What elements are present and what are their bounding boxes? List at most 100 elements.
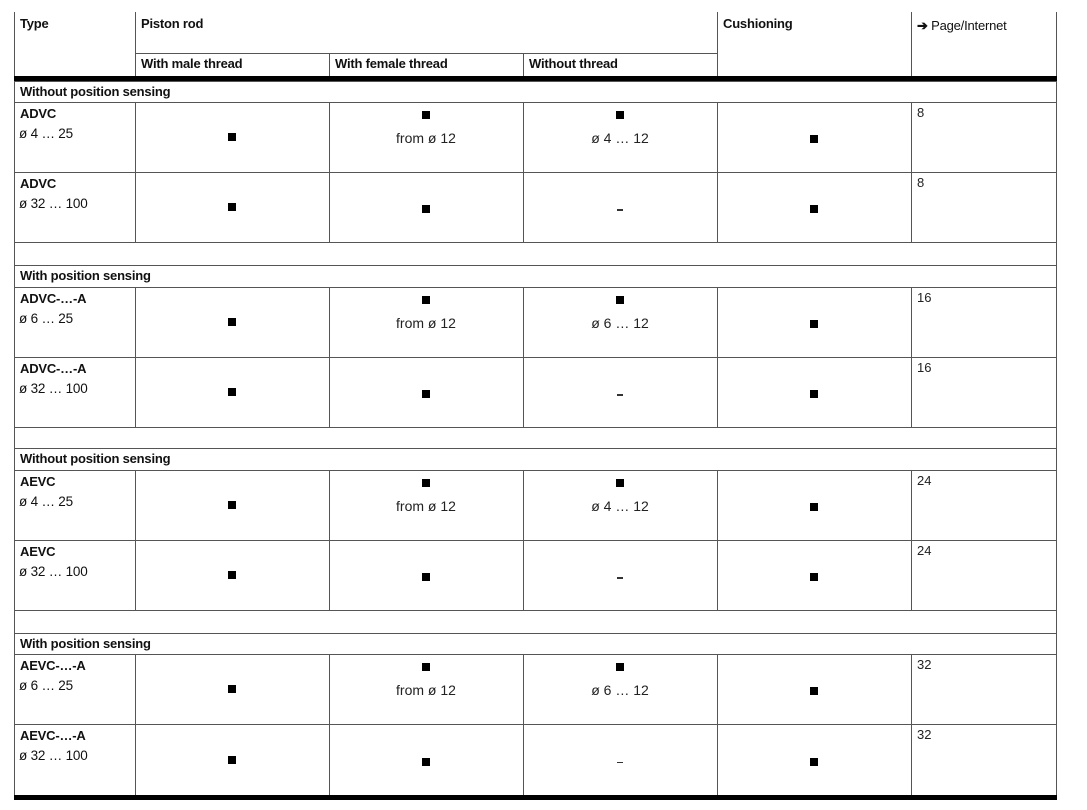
section-title-top — [14, 633, 1057, 634]
cushioning-available-marker — [810, 503, 818, 511]
column-divider — [329, 287, 330, 357]
without-thread-note: ø 6 … 12 — [591, 315, 649, 331]
type-name: AEVC-…-A — [20, 728, 86, 743]
column-divider — [911, 724, 912, 795]
male-thread-available-marker — [228, 571, 236, 579]
female-thread-available-marker — [422, 479, 430, 487]
page-reference[interactable]: 24 — [917, 473, 931, 488]
column-divider — [717, 287, 718, 357]
cushioning-available-marker — [810, 320, 818, 328]
without-thread-not-available-marker — [617, 209, 623, 211]
bore-range: ø 6 … 25 — [19, 678, 73, 693]
column-divider — [329, 724, 330, 795]
column-divider — [135, 102, 136, 172]
bore-range: ø 32 … 100 — [19, 564, 88, 579]
female-thread-available-marker — [422, 111, 430, 119]
column-divider — [911, 357, 912, 427]
header-male-thread: With male thread — [141, 56, 243, 71]
without-thread-not-available-marker — [617, 761, 623, 763]
page-reference[interactable]: 24 — [917, 543, 931, 558]
page-reference[interactable]: 32 — [917, 657, 931, 672]
section-title-bottom — [14, 102, 1057, 103]
without-thread-available-marker — [616, 663, 624, 671]
column-divider — [717, 724, 718, 795]
male-thread-available-marker — [228, 388, 236, 396]
column-divider — [911, 287, 912, 357]
male-thread-available-marker — [228, 755, 236, 764]
column-divider — [135, 357, 136, 427]
without-thread-not-available-marker — [617, 394, 623, 396]
column-divider — [717, 172, 718, 242]
column-divider — [523, 540, 524, 610]
column-divider — [717, 357, 718, 427]
page-reference[interactable]: 8 — [917, 175, 924, 190]
cushioning-available-marker — [810, 573, 818, 581]
column-divider — [717, 470, 718, 540]
bore-range: ø 4 … 25 — [19, 126, 73, 141]
column-divider — [523, 102, 524, 172]
column-divider — [329, 357, 330, 427]
male-thread-available-marker — [228, 685, 236, 693]
table-right-border — [1056, 12, 1057, 798]
column-divider — [523, 654, 524, 724]
section-title-top — [14, 81, 1057, 82]
cushioning-available-marker — [810, 205, 818, 213]
male-thread-available-marker — [228, 203, 236, 211]
column-divider — [911, 172, 912, 242]
cushioning-available-marker — [810, 757, 818, 766]
row-divider — [14, 540, 1057, 541]
header-subdivider — [135, 53, 717, 54]
male-thread-available-marker — [228, 133, 236, 141]
without-thread-available-marker — [616, 111, 624, 119]
column-divider — [523, 470, 524, 540]
column-divider — [135, 724, 136, 795]
bore-range: ø 32 … 100 — [19, 748, 88, 763]
column-divider — [911, 102, 912, 172]
type-name: ADVC — [20, 106, 57, 121]
female-thread-available-marker — [422, 205, 430, 213]
section-spacer-top — [14, 427, 1057, 428]
header-divider — [135, 12, 136, 78]
column-divider — [329, 654, 330, 724]
column-divider — [523, 724, 524, 795]
column-divider — [523, 287, 524, 357]
page-reference[interactable]: 16 — [917, 360, 931, 375]
female-thread-note: from ø 12 — [396, 130, 456, 146]
male-thread-available-marker — [228, 318, 236, 326]
page-reference[interactable]: 8 — [917, 105, 924, 120]
column-divider — [329, 470, 330, 540]
type-name: AEVC — [20, 544, 56, 559]
section-title: Without position sensing — [20, 84, 171, 99]
column-divider — [135, 540, 136, 610]
page-reference[interactable]: 16 — [917, 290, 931, 305]
column-divider — [523, 172, 524, 242]
section-title-bottom — [14, 654, 1057, 655]
cushioning-available-marker — [810, 390, 818, 398]
column-divider — [717, 102, 718, 172]
header-without-thread: Without thread — [529, 56, 618, 71]
section-title: With position sensing — [20, 268, 151, 283]
header-divider — [911, 12, 912, 78]
type-name: ADVC — [20, 176, 57, 191]
female-thread-available-marker — [422, 573, 430, 581]
section-title-top — [14, 265, 1057, 266]
female-thread-available-marker — [422, 390, 430, 398]
female-thread-note: from ø 12 — [396, 498, 456, 514]
header-divider — [717, 12, 718, 78]
header-type: Type — [20, 16, 49, 31]
column-divider — [135, 470, 136, 540]
header-piston-rod: Piston rod — [141, 16, 204, 31]
female-thread-available-marker — [422, 757, 430, 766]
without-thread-not-available-marker — [617, 577, 623, 579]
page-reference[interactable]: 32 — [917, 727, 931, 742]
female-thread-available-marker — [422, 663, 430, 671]
section-title-bottom — [14, 470, 1057, 471]
without-thread-note: ø 4 … 12 — [591, 498, 649, 514]
female-thread-note: from ø 12 — [396, 682, 456, 698]
column-divider — [329, 102, 330, 172]
type-name: AEVC-…-A — [20, 658, 86, 673]
type-name: ADVC-…-A — [20, 361, 87, 376]
type-name: AEVC — [20, 474, 56, 489]
column-divider — [717, 540, 718, 610]
column-divider — [911, 470, 912, 540]
